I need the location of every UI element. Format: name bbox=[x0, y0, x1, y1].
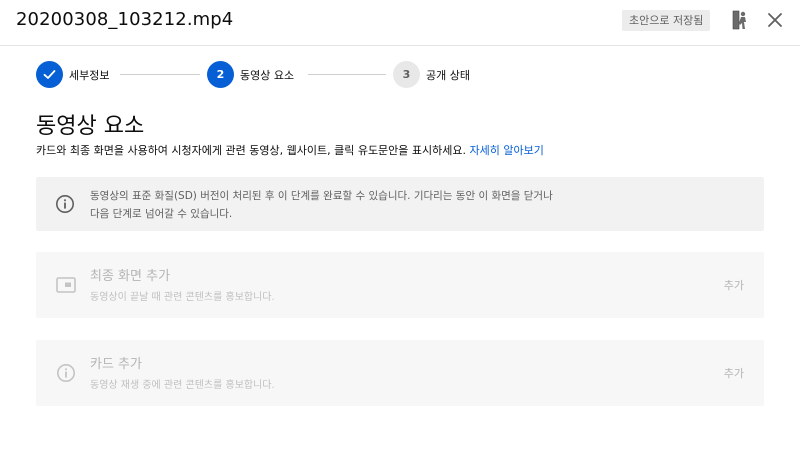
end-screen-card: 최종 화면 추가 동영상이 끝날 때 관련 콘텐츠를 홍보합니다. 추가 bbox=[36, 252, 764, 318]
step-2-label[interactable]: 동영상 요소 bbox=[240, 67, 294, 83]
learn-more-link[interactable]: 자세히 알아보기 bbox=[470, 144, 544, 157]
banner-line-1: 동영상의 표준 화질(SD) 버전이 처리된 후 이 단계를 완료할 수 있습니… bbox=[90, 190, 553, 202]
step-3-label[interactable]: 공개 상태 bbox=[426, 67, 470, 83]
step-2-circle[interactable]: 2 bbox=[207, 61, 234, 88]
section-description-text: 카드와 최종 화면을 사용하여 시청자에게 관련 동영상, 웹사이트, 클릭 유… bbox=[36, 144, 467, 157]
draft-saved-badge: 초안으로 저장됨 bbox=[622, 10, 711, 31]
info-icon bbox=[57, 364, 75, 382]
add-card-button[interactable]: 추가 bbox=[724, 365, 744, 381]
cards-title: 카드 추가 bbox=[90, 357, 142, 372]
file-title: 20200308_103212.mp4 bbox=[16, 9, 234, 30]
end-screen-subtitle: 동영상이 끝날 때 관련 콘텐츠를 홍보합니다. bbox=[90, 292, 275, 303]
section-title: 동영상 요소 bbox=[36, 114, 145, 139]
section-description: 카드와 최종 화면을 사용하여 시청자에게 관련 동영상, 웹사이트, 클릭 유… bbox=[36, 142, 544, 158]
banner-line-2: 다음 단계로 넘어갈 수 있습니다. bbox=[90, 208, 233, 220]
step-connector-1 bbox=[120, 74, 200, 75]
add-end-screen-button[interactable]: 추가 bbox=[724, 277, 744, 293]
step-3-circle[interactable]: 3 bbox=[393, 61, 420, 88]
alert-figure-icon[interactable] bbox=[730, 8, 750, 32]
step-connector-2 bbox=[308, 74, 386, 75]
end-screen-icon bbox=[56, 277, 76, 293]
end-screen-title: 최종 화면 추가 bbox=[90, 269, 171, 284]
check-icon bbox=[43, 70, 56, 79]
step-1-label[interactable]: 세부정보 bbox=[69, 67, 109, 83]
banner-text: 동영상의 표준 화질(SD) 버전이 처리된 후 이 단계를 완료할 수 있습니… bbox=[90, 187, 553, 223]
info-icon bbox=[56, 195, 74, 213]
upload-stepper: 세부정보 2 동영상 요소 3 공개 상태 bbox=[36, 61, 496, 89]
processing-info-banner: 동영상의 표준 화질(SD) 버전이 처리된 후 이 단계를 완료할 수 있습니… bbox=[36, 177, 764, 231]
upload-dialog: 20200308_103212.mp4 초안으로 저장됨 세부정보 2 동영상 … bbox=[0, 0, 800, 475]
close-icon[interactable] bbox=[764, 9, 786, 31]
step-1-circle[interactable] bbox=[36, 61, 63, 88]
cards-card: 카드 추가 동영상 재생 중에 관련 콘텐츠를 홍보합니다. 추가 bbox=[36, 340, 764, 406]
cards-subtitle: 동영상 재생 중에 관련 콘텐츠를 홍보합니다. bbox=[90, 380, 275, 391]
dialog-header: 20200308_103212.mp4 초안으로 저장됨 bbox=[0, 0, 800, 46]
